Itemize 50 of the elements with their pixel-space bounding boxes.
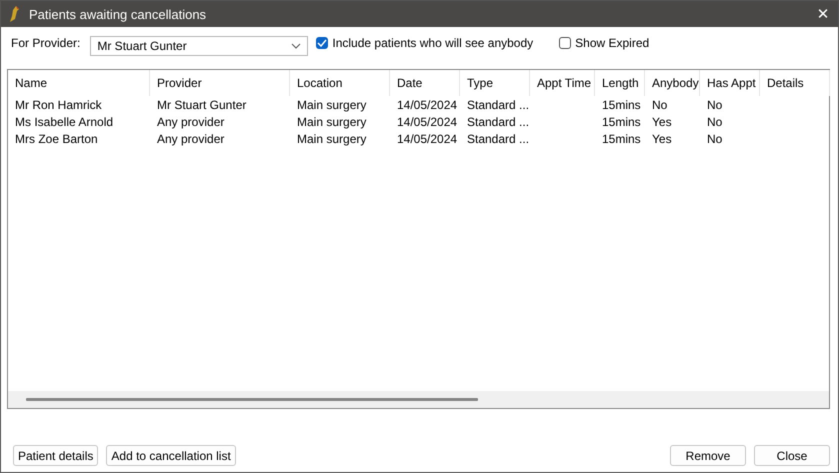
table-cell: Standard ... [467, 98, 530, 112]
table-cell: Main surgery [297, 98, 366, 112]
column-header[interactable]: Appt Time [530, 70, 595, 96]
provider-label: For Provider: [11, 36, 80, 50]
table-cell: Any provider [157, 114, 224, 128]
column-header[interactable]: Anybody [645, 70, 700, 96]
chevron-down-icon [291, 43, 302, 49]
table-cell: No [707, 114, 722, 128]
table-cell: Yes [652, 132, 672, 146]
table-cell: Mrs Zoe Barton [15, 132, 98, 146]
table-cell: 14/05/2024 [397, 98, 458, 112]
table-cell: Any provider [157, 132, 224, 146]
table-cell: Standard ... [467, 114, 530, 128]
table-cell: Main surgery [297, 114, 366, 128]
table-cell: 15mins [602, 98, 641, 112]
table-cell: Yes [652, 114, 672, 128]
table-cell: 14/05/2024 [397, 132, 458, 146]
table-cell: 15mins [602, 132, 641, 146]
table-cell: 15mins [602, 114, 641, 128]
table-cell: No [707, 98, 722, 112]
checkbox[interactable] [316, 37, 328, 49]
table-cell: Mr Stuart Gunter [157, 98, 246, 112]
table-cell: Mr Ron Hamrick [15, 98, 102, 112]
window-title: Patients awaiting cancellations [29, 6, 208, 22]
column-header[interactable]: Date [390, 70, 460, 96]
checkbox[interactable] [559, 37, 572, 49]
column-header[interactable]: Has Appt [700, 70, 760, 96]
column-header[interactable]: Type [460, 70, 530, 96]
column-header[interactable]: Length [595, 70, 645, 96]
action-button[interactable]: Close [754, 445, 830, 466]
action-button[interactable]: Remove [670, 445, 746, 466]
scroll-thumb[interactable] [26, 398, 478, 401]
action-button[interactable]: Add to cancellation list [106, 445, 236, 466]
column-header[interactable]: Location [290, 70, 390, 96]
checkbox-label: Show Expired [575, 36, 650, 50]
close-button[interactable]: ✕ [808, 5, 838, 23]
table-cell: Standard ... [467, 132, 530, 146]
column-header[interactable]: Name [8, 70, 150, 96]
table-cell: No [707, 132, 722, 146]
table-cell: 14/05/2024 [397, 114, 458, 128]
provider-dropdown[interactable]: Mr Stuart Gunter [90, 36, 308, 56]
column-header[interactable]: Details [760, 70, 830, 96]
horizontal-scrollbar[interactable] [8, 391, 829, 408]
table-cell: No [652, 98, 668, 112]
action-button[interactable]: Patient details [13, 445, 98, 466]
bird-icon [7, 5, 21, 23]
table-cell: Main surgery [297, 132, 366, 146]
checkbox-label: Include patients who will see anybody [332, 36, 534, 50]
table-cell: Ms Isabelle Arnold [15, 114, 114, 128]
column-header[interactable]: Provider [150, 70, 290, 96]
